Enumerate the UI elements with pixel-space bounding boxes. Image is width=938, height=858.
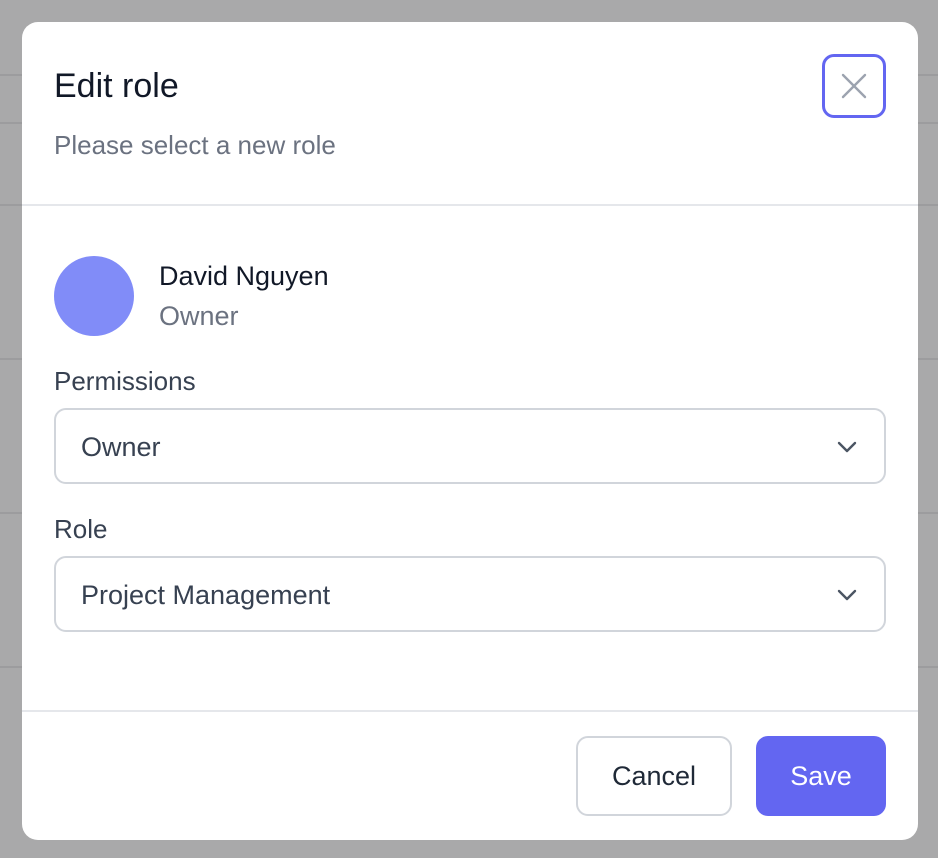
dialog-footer: Cancel Save [22, 710, 918, 840]
role-label: Role [54, 514, 108, 544]
permissions-label: Permissions [54, 366, 196, 396]
chevron-down-icon [837, 441, 857, 453]
user-current-role: Owner [159, 301, 239, 331]
close-button[interactable] [822, 54, 886, 118]
close-icon [841, 73, 867, 99]
edit-role-dialog: Edit role Please select a new role David… [22, 22, 918, 840]
role-selected-value: Project Management [81, 580, 331, 610]
role-select[interactable]: Project Management [54, 556, 886, 632]
dialog-header: Edit role Please select a new role [22, 22, 918, 206]
save-button[interactable]: Save [756, 736, 886, 816]
chevron-down-icon [837, 589, 857, 601]
avatar [54, 256, 134, 336]
user-name: David Nguyen [159, 261, 329, 291]
dialog-title: Edit role [54, 67, 179, 105]
permissions-select[interactable]: Owner [54, 408, 886, 484]
dialog-subtitle: Please select a new role [54, 130, 336, 160]
cancel-button[interactable]: Cancel [576, 736, 732, 816]
permissions-selected-value: Owner [81, 432, 161, 462]
